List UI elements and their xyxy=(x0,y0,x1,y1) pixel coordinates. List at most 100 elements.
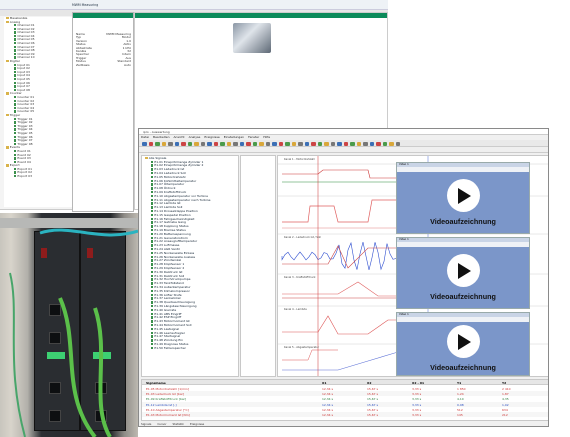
cursor-table: Signalname X1 X2 X2 - X1 Y1 Y2 E1.05 Motordre… xyxy=(141,379,548,421)
toolbar-button-icon[interactable] xyxy=(337,141,342,146)
toolbar-button-icon[interactable] xyxy=(356,141,361,146)
status-tabs: Signale Cursor Statistik Ereignisse xyxy=(141,422,204,426)
toolbar-button-icon[interactable] xyxy=(194,141,199,146)
trace-line xyxy=(282,349,338,361)
table-header: Signalname X1 X2 X2 - X1 Y1 Y2 xyxy=(142,380,548,385)
toolbar-button-icon[interactable] xyxy=(304,141,309,146)
toolbar-button-icon[interactable] xyxy=(226,141,231,146)
ethernet-cables xyxy=(9,228,138,437)
video-panel-title: Video 1 xyxy=(399,238,409,241)
status-tab[interactable]: Ereignisse xyxy=(190,422,204,426)
status-tab[interactable]: Cursor xyxy=(157,422,166,426)
toolbar-button-icon[interactable] xyxy=(207,141,212,146)
toolbar-button-icon[interactable] xyxy=(343,141,348,146)
chart-label-4: Kanal 4 - Lambda xyxy=(284,308,307,311)
video-area-2[interactable]: Videoaufzeichnung xyxy=(397,247,529,308)
toolbar-button-icon[interactable] xyxy=(317,141,322,146)
video-area-3[interactable]: Videoaufzeichnung xyxy=(397,322,529,375)
table-header-cell[interactable]: Y2 xyxy=(502,381,506,385)
toolbar-button-icon[interactable] xyxy=(239,141,244,146)
table-header-cell[interactable]: X2 - X1 xyxy=(412,381,424,385)
status-tab[interactable]: Statistik xyxy=(173,422,184,426)
video-area-1[interactable]: Videoaufzeichnung xyxy=(397,172,529,233)
toolbar-button-icon[interactable] xyxy=(350,141,355,146)
video-label: Videoaufzeichnung xyxy=(430,292,496,301)
toolbar-button-icon[interactable] xyxy=(213,141,218,146)
table-header-cell[interactable]: Signalname xyxy=(146,381,166,385)
toolbar-button-icon[interactable] xyxy=(389,141,394,146)
folder-icon xyxy=(6,146,9,149)
toolbar-button-icon[interactable] xyxy=(324,141,329,146)
toolbar-button-icon[interactable] xyxy=(311,141,316,146)
toolbar-button-icon[interactable] xyxy=(148,141,153,146)
bg-prop-row: Zeitbasis Auto xyxy=(76,64,131,67)
table-header-cell[interactable]: X1 xyxy=(322,381,326,385)
toolbar-button-icon[interactable] xyxy=(181,141,186,146)
toolbar-button-icon[interactable] xyxy=(220,141,225,146)
toolbar-button-icon[interactable] xyxy=(233,141,238,146)
chart-label-1: Kanal 1 - Motordrehzahl xyxy=(284,158,315,161)
signal-tree-item[interactable]: E1.50 Fehlerspeicher xyxy=(144,346,236,351)
toolbar xyxy=(139,140,548,147)
toolbar-button-icon[interactable] xyxy=(330,141,335,146)
toolbar-button-icon[interactable] xyxy=(278,141,283,146)
toolbar-button-icon[interactable] xyxy=(174,141,179,146)
toolbar-button-icon[interactable] xyxy=(382,141,387,146)
toolbar-button-icon[interactable] xyxy=(265,141,270,146)
bg-window-title: MWM Measuring xyxy=(72,3,99,7)
toolbar-button-icon[interactable] xyxy=(142,141,147,146)
table-header-cell[interactable]: X2 xyxy=(367,381,371,385)
toolbar-button-icon[interactable] xyxy=(363,141,368,146)
toolbar-button-icon[interactable] xyxy=(272,141,277,146)
bg-properties-panel: Name MWM Measuring Typ Modul Version 1.0 Statu… xyxy=(72,12,134,212)
signal-tree[interactable]: Alle Signale E1.01 Einspritzmenge Zylinde… xyxy=(141,155,239,377)
folder-icon xyxy=(6,92,9,95)
video-label: Videoaufzeichnung xyxy=(430,363,496,372)
toolbar-button-icon[interactable] xyxy=(252,141,257,146)
bg-window-titlebar xyxy=(0,0,388,10)
video-panel-3[interactable]: Video 1 Videoaufzeichnung xyxy=(396,312,530,376)
folder-icon xyxy=(145,157,148,160)
table-row[interactable]: E1.43 Motormoment Ist [Nm] 12,34 s 15,67 s… xyxy=(142,412,548,417)
table-cell: 12,34 s xyxy=(322,413,334,417)
status-tab[interactable]: Signale xyxy=(141,422,151,426)
video-panel-title: Video 1 xyxy=(399,163,409,166)
bg-main-header xyxy=(135,13,387,18)
table-cell: E1.43 Motormoment Ist [Nm] xyxy=(146,413,190,417)
play-icon[interactable] xyxy=(446,179,480,212)
hardware-photo xyxy=(0,213,138,437)
bg-tree-label: Channel 10 xyxy=(17,56,35,60)
toolbar-button-icon[interactable] xyxy=(187,141,192,146)
table-header-cell[interactable]: Y1 xyxy=(457,381,461,385)
toolbar-button-icon[interactable] xyxy=(246,141,251,146)
bg-tree-item[interactable]: Export 03 xyxy=(4,175,72,179)
video-panel-2[interactable]: Video 1 Videoaufzeichnung xyxy=(396,237,530,309)
play-icon[interactable] xyxy=(446,325,480,358)
window-title: ipro - Auswertung xyxy=(143,130,170,134)
axis-panel xyxy=(240,155,276,377)
video-panel-1[interactable]: Video 1 Videoaufzeichnung xyxy=(396,162,530,234)
folder-icon xyxy=(6,114,9,117)
toolbar-button-icon[interactable] xyxy=(285,141,290,146)
table-cell: 145 xyxy=(457,413,463,417)
toolbar-button-icon[interactable] xyxy=(291,141,296,146)
table-cell: 3,33 s xyxy=(412,413,422,417)
toolbar-button-icon[interactable] xyxy=(200,141,205,146)
toolbar-button-icon[interactable] xyxy=(369,141,374,146)
analysis-window: ipro - Auswertung Datei Bearbeiten Ansicht… xyxy=(138,128,549,427)
toolbar-button-icon[interactable] xyxy=(168,141,173,146)
toolbar-button-icon[interactable] xyxy=(376,141,381,146)
toolbar-2 xyxy=(139,147,548,153)
toolbar-button-icon[interactable] xyxy=(155,141,160,146)
play-icon[interactable] xyxy=(446,254,480,287)
folder-icon xyxy=(6,17,9,20)
table-cell: 212 xyxy=(502,413,508,417)
chart-label-2: Kanal 2 - Ladedruck Ist / Soll xyxy=(284,236,321,239)
toolbar-button-icon[interactable] xyxy=(298,141,303,146)
video-label: Videoaufzeichnung xyxy=(430,217,496,226)
bg-signal-tree[interactable]: Messkanäle Analog Channel 01 Channel 02 Chan… xyxy=(4,17,72,207)
toolbar-button-icon[interactable] xyxy=(259,141,264,146)
toolbar-button-icon[interactable] xyxy=(161,141,166,146)
toolbar-button-icon[interactable] xyxy=(395,141,400,146)
folder-icon xyxy=(6,164,9,167)
